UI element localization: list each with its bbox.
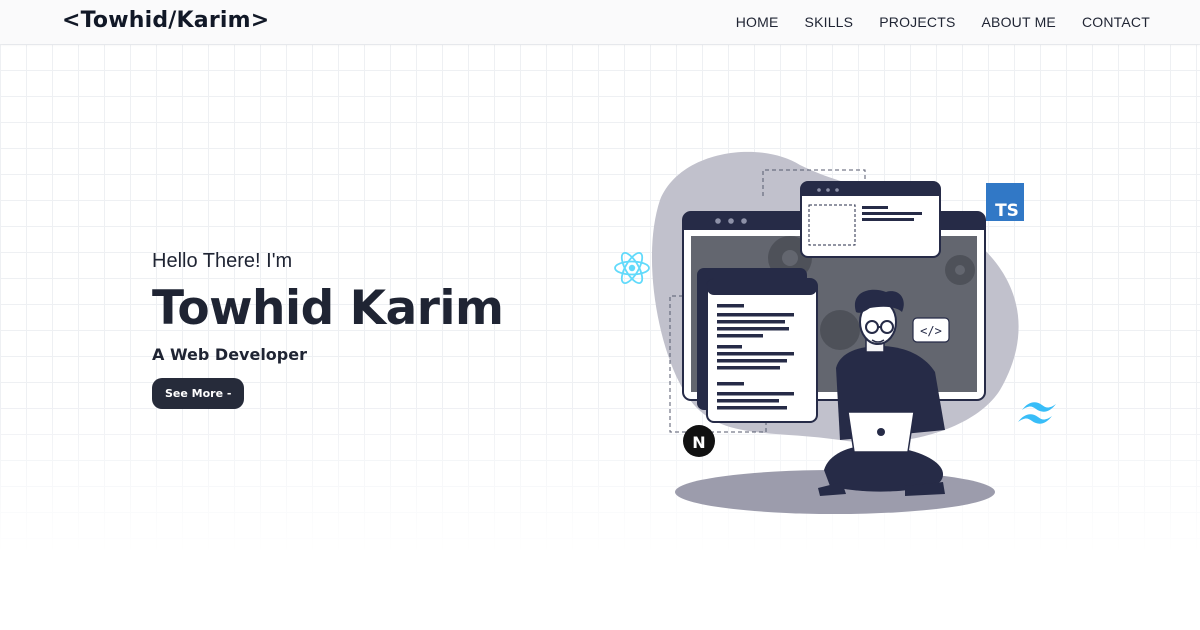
svg-text:</>: </> — [920, 324, 942, 338]
see-more-button[interactable]: See More - — [152, 378, 245, 409]
logo[interactable]: <Towhid/Karim> — [62, 8, 269, 33]
site-header: <Towhid/Karim> HOME SKILLS PROJECTS ABOU… — [0, 0, 1200, 44]
nav-about-me[interactable]: ABOUT ME — [982, 14, 1056, 30]
nav-home[interactable]: HOME — [736, 14, 779, 30]
typescript-icon: TS — [986, 183, 1024, 221]
hero-greeting: Hello There! I'm — [152, 250, 293, 272]
floating-card — [800, 181, 941, 258]
code-document — [697, 268, 818, 423]
hero-role: A Web Developer — [152, 345, 307, 364]
nav-projects[interactable]: PROJECTS — [879, 14, 955, 30]
code-tag-icon: </> — [912, 317, 950, 343]
svg-text:N: N — [692, 433, 705, 452]
nextjs-icon: N — [683, 425, 715, 457]
nav-contact[interactable]: CONTACT — [1082, 14, 1150, 30]
developer-illustration: </> TS N — [614, 151, 1056, 514]
hero-section: Hello There! I'm Towhid Karim A Web Deve… — [152, 250, 504, 409]
hero-name: Towhid Karim — [152, 281, 504, 336]
laptop — [847, 411, 915, 453]
svg-text:TS: TS — [995, 201, 1019, 221]
react-icon — [614, 252, 650, 284]
tailwind-icon — [1018, 402, 1056, 424]
nav-skills[interactable]: SKILLS — [805, 14, 854, 30]
main-nav: HOME SKILLS PROJECTS ABOUT ME CONTACT — [736, 14, 1150, 30]
